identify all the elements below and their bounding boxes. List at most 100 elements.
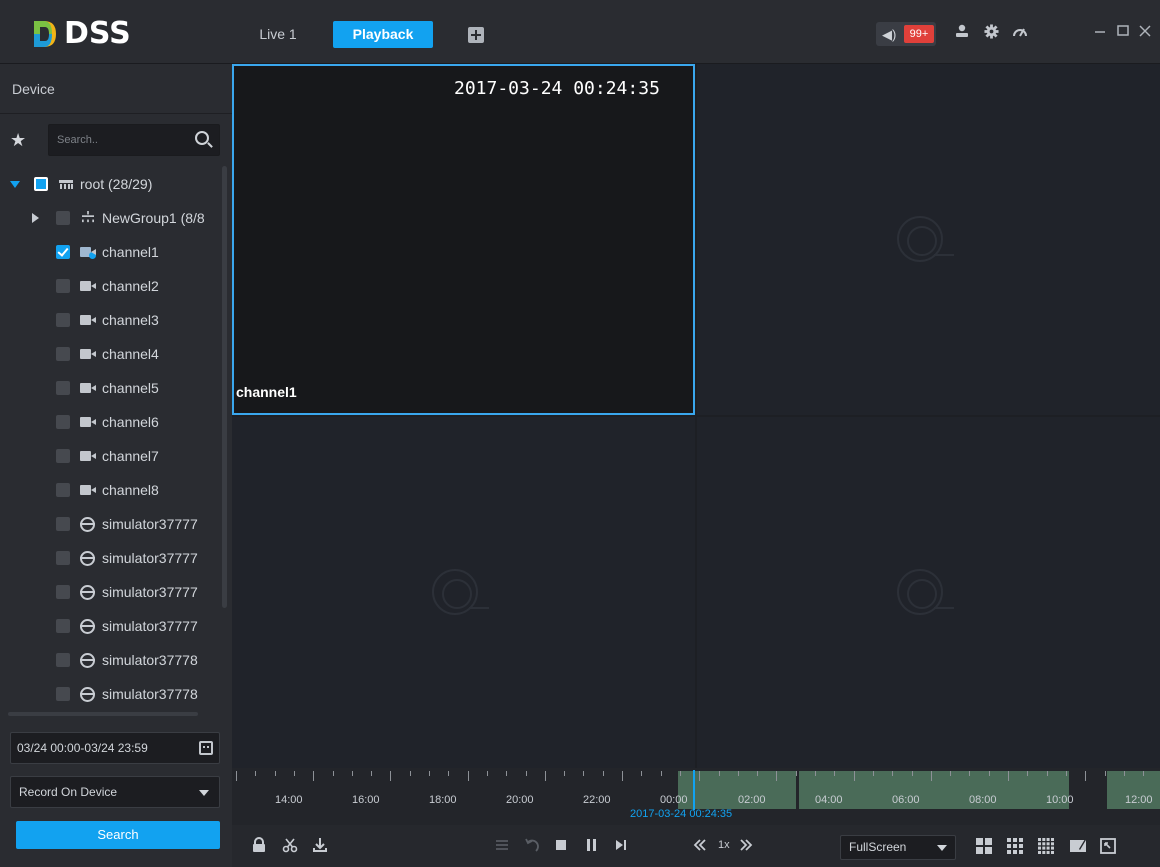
slow-down-icon[interactable] <box>692 837 708 857</box>
checkbox-channel8[interactable] <box>56 483 70 497</box>
checkbox-simulator[interactable] <box>56 687 70 701</box>
checkbox-channel3[interactable] <box>56 313 70 327</box>
tab-playback[interactable]: Playback <box>333 21 433 48</box>
custom-layout-icon[interactable] <box>1070 838 1086 857</box>
alarm-button[interactable]: ◀) 99+ <box>876 22 936 46</box>
tree-node-label: simulator37777 <box>102 584 198 600</box>
lock-icon[interactable] <box>252 837 266 857</box>
video-window-4[interactable] <box>697 417 1160 768</box>
speed-up-icon[interactable] <box>738 837 754 857</box>
timeline-tick <box>506 771 508 776</box>
checkbox-channel1[interactable] <box>56 245 70 259</box>
checkbox-simulator[interactable] <box>56 653 70 667</box>
video-window-2[interactable] <box>697 64 1160 415</box>
tree-node-label: channel5 <box>102 380 159 396</box>
search-icon[interactable] <box>195 131 209 145</box>
checkbox-group[interactable] <box>56 211 70 225</box>
checkbox-simulator[interactable] <box>56 517 70 531</box>
search-button[interactable]: Search <box>16 821 220 849</box>
add-tab-icon[interactable] <box>468 27 484 43</box>
tree-horizontal-scrollbar[interactable] <box>8 712 198 716</box>
video-window-3[interactable] <box>232 417 695 768</box>
tree-node-channel5[interactable]: channel5 <box>0 376 222 400</box>
favorite-star-icon[interactable]: ★ <box>10 130 26 151</box>
download-icon[interactable] <box>312 837 328 857</box>
tree-node-simulator[interactable]: simulator37777 <box>0 614 222 638</box>
stop-icon[interactable] <box>554 837 568 857</box>
playback-control-bar: 1x FullScreen <box>232 825 1160 867</box>
timeline-label: 08:00 <box>969 794 997 806</box>
reverse-play-icon[interactable] <box>524 837 540 857</box>
close-icon[interactable] <box>1138 22 1152 42</box>
next-frame-icon[interactable] <box>614 837 628 857</box>
checkbox-root[interactable] <box>34 177 48 191</box>
checkbox-simulator[interactable] <box>56 619 70 633</box>
playback-timeline[interactable]: 14:00 16:00 18:00 20:00 22:00 00:00 02:0… <box>232 768 1160 825</box>
tree-node-simulator[interactable]: simulator37777 <box>0 580 222 604</box>
checkbox-channel5[interactable] <box>56 381 70 395</box>
layout-9-split-icon[interactable] <box>1007 838 1023 857</box>
expand-arrow-icon[interactable] <box>10 181 20 188</box>
timeline-label: 02:00 <box>738 794 766 806</box>
checkbox-channel4[interactable] <box>56 347 70 361</box>
gear-icon[interactable] <box>984 24 999 43</box>
camera-icon <box>80 485 96 495</box>
timeline-tick <box>737 771 739 776</box>
tab-live-1[interactable]: Live 1 <box>248 21 308 48</box>
timeline-label: 06:00 <box>892 794 920 806</box>
checkbox-channel7[interactable] <box>56 449 70 463</box>
expand-arrow-icon[interactable] <box>32 213 39 223</box>
performance-gauge-icon[interactable] <box>1012 24 1028 42</box>
tree-node-channel2[interactable]: channel2 <box>0 274 222 298</box>
timeline-label: 20:00 <box>506 794 534 806</box>
layout-4-split-icon[interactable] <box>976 838 992 857</box>
tree-node-channel1[interactable]: channel1 <box>0 240 222 264</box>
group-icon <box>82 211 94 223</box>
tree-node-simulator[interactable]: simulator37777 <box>0 546 222 570</box>
tree-vertical-scrollbar[interactable] <box>222 166 227 608</box>
checkbox-channel2[interactable] <box>56 279 70 293</box>
calendar-icon[interactable] <box>199 741 213 755</box>
device-search-box[interactable] <box>48 124 220 156</box>
clip-scissors-icon[interactable] <box>282 837 298 857</box>
checkbox-simulator[interactable] <box>56 585 70 599</box>
tree-node-channel7[interactable]: channel7 <box>0 444 222 468</box>
view-mode-select[interactable]: FullScreen <box>840 835 956 860</box>
date-range-field[interactable]: 03/24 00:00-03/24 23:59 <box>10 732 220 764</box>
maximize-icon[interactable] <box>1116 22 1130 42</box>
tree-node-channel6[interactable]: channel6 <box>0 410 222 434</box>
video-channel-label: channel1 <box>236 384 297 400</box>
camera-icon <box>80 315 96 325</box>
tree-node-group[interactable]: NewGroup1 (8/8 <box>0 206 222 230</box>
pause-icon[interactable] <box>584 837 598 857</box>
checkbox-channel6[interactable] <box>56 415 70 429</box>
timeline-tick <box>834 771 836 776</box>
user-icon[interactable] <box>955 24 969 42</box>
tree-node-channel8[interactable]: channel8 <box>0 478 222 502</box>
timeline-tick <box>293 771 295 776</box>
video-grid: 2017-03-24 00:24:35 channel1 <box>232 64 1160 768</box>
tree-node-simulator[interactable]: simulator37778 <box>0 648 222 672</box>
video-window-1[interactable]: 2017-03-24 00:24:35 channel1 <box>232 64 695 415</box>
tree-node-simulator[interactable]: simulator37778 <box>0 682 222 706</box>
playback-cursor[interactable] <box>693 770 695 810</box>
simulator-device-icon <box>80 687 95 702</box>
timeline-tick <box>1065 771 1067 776</box>
sync-play-icon[interactable] <box>494 837 510 857</box>
tree-node-simulator[interactable]: simulator37777 <box>0 512 222 536</box>
tree-node-channel3[interactable]: channel3 <box>0 308 222 332</box>
tree-node-root[interactable]: root (28/29) <box>0 172 222 196</box>
sidebar-title: Device <box>0 64 232 114</box>
timeline-tick <box>641 771 643 776</box>
minimize-icon[interactable] <box>1094 22 1106 42</box>
timeline-tick <box>757 771 759 776</box>
timeline-tick <box>390 771 392 781</box>
checkbox-simulator[interactable] <box>56 551 70 565</box>
timeline-tick <box>988 771 990 776</box>
layout-16-split-icon[interactable] <box>1038 838 1054 857</box>
tree-node-label: channel7 <box>102 448 159 464</box>
device-search-input[interactable] <box>57 125 187 155</box>
fullscreen-icon[interactable] <box>1100 838 1116 857</box>
record-source-select[interactable]: Record On Device <box>10 776 220 808</box>
tree-node-channel4[interactable]: channel4 <box>0 342 222 366</box>
